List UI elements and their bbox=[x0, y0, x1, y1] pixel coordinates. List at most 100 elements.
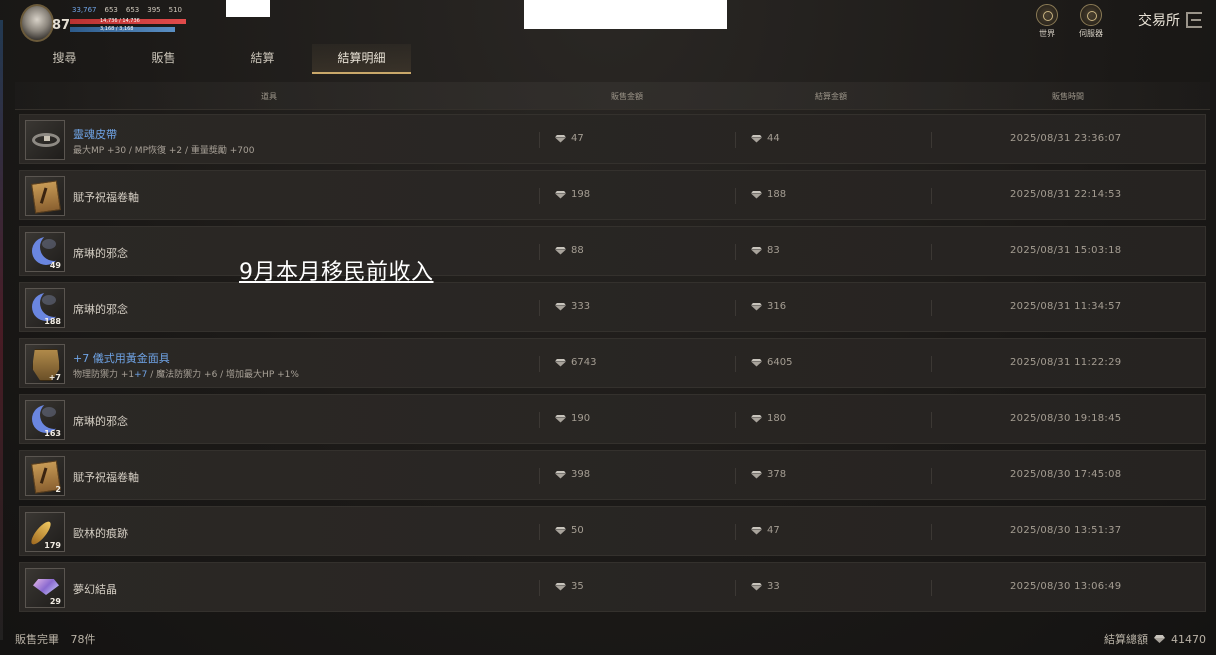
sale-amount: 50 bbox=[555, 525, 584, 536]
world-label: 世界 bbox=[1039, 29, 1055, 38]
world-button[interactable]: 世界 bbox=[1032, 4, 1062, 39]
footer: 販售完畢 78件 結算總額 41470 bbox=[0, 620, 1216, 655]
tab-search[interactable]: 搜尋 bbox=[15, 44, 114, 74]
diamond-icon bbox=[751, 415, 762, 423]
tab-sell[interactable]: 販售 bbox=[114, 44, 213, 74]
mp-text: 3,168 / 3,168 bbox=[100, 26, 134, 32]
item-count: 179 bbox=[44, 541, 61, 550]
table-row[interactable]: 163 席琳的邪念 190 180 2025/08/30 19:18:45 bbox=[19, 394, 1206, 444]
settle-amount: 33 bbox=[751, 581, 780, 592]
column-divider bbox=[735, 580, 736, 596]
col-settle-amount: 結算金額 bbox=[815, 92, 847, 101]
settle-amount-value: 83 bbox=[767, 245, 780, 256]
item-name: 席琳的邪念 bbox=[73, 415, 128, 428]
sale-amount: 35 bbox=[555, 581, 584, 592]
diamond-icon bbox=[555, 527, 566, 535]
diamond-icon bbox=[1154, 635, 1165, 643]
player-avatar[interactable] bbox=[20, 4, 54, 42]
item-slot[interactable]: 49 bbox=[25, 232, 65, 272]
item-slot[interactable]: 2 bbox=[25, 456, 65, 496]
tab-settle-details[interactable]: 結算明細 bbox=[312, 44, 411, 74]
sale-amount: 88 bbox=[555, 245, 584, 256]
settlement-table: 道具 販售金額 結算金額 販售時間 靈魂皮帶 最大MP +30 / MP恢復 +2… bbox=[15, 82, 1210, 619]
column-divider bbox=[931, 468, 932, 484]
tab-settle[interactable]: 結算 bbox=[213, 44, 312, 74]
table-row[interactable]: 179 歐林的痕跡 50 47 2025/08/30 13:51:37 bbox=[19, 506, 1206, 556]
sale-time: 2025/08/30 19:18:45 bbox=[1010, 413, 1122, 424]
stat-5: 510 bbox=[168, 6, 182, 14]
settle-amount-value: 44 bbox=[767, 133, 780, 144]
item-slot[interactable] bbox=[25, 120, 65, 160]
sale-amount: 333 bbox=[555, 301, 590, 312]
column-divider bbox=[735, 356, 736, 372]
column-divider bbox=[539, 580, 540, 596]
column-divider bbox=[735, 244, 736, 260]
settle-amount-value: 316 bbox=[767, 301, 787, 312]
diamond-icon bbox=[555, 583, 566, 591]
diamond-icon bbox=[555, 247, 566, 255]
table-row[interactable]: +7 +7 儀式用黃金面具 物理防禦力 +1+7 / 魔法防禦力 +6 / 增加… bbox=[19, 338, 1206, 388]
item-slot[interactable]: 188 bbox=[25, 288, 65, 328]
item-slot[interactable]: 29 bbox=[25, 568, 65, 608]
hp-bar: 14,736 / 14,736 bbox=[70, 18, 186, 24]
belt-icon bbox=[32, 133, 60, 147]
player-hud: 87 33,767 653 653 395 510 14,736 / 14,73… bbox=[0, 0, 1216, 44]
desc-part: / 魔法防禦力 +6 / 增加最大HP +1% bbox=[147, 370, 299, 380]
item-name: 賦予祝福卷軸 bbox=[73, 191, 139, 204]
settle-amount-value: 47 bbox=[767, 525, 780, 536]
settle-amount: 6405 bbox=[751, 357, 792, 368]
settle-amount-value: 33 bbox=[767, 581, 780, 592]
column-divider bbox=[539, 244, 540, 260]
diamond-icon bbox=[555, 303, 566, 311]
table-row[interactable]: 49 席琳的邪念 88 83 2025/08/31 15:03:18 bbox=[19, 226, 1206, 276]
desc-part: 物理防禦力 +1 bbox=[73, 370, 135, 380]
stat-power: 33,767 bbox=[72, 6, 97, 14]
table-row[interactable]: 188 席琳的邪念 333 316 2025/08/31 11:34:57 bbox=[19, 282, 1206, 332]
server-button[interactable]: 伺服器 bbox=[1076, 4, 1106, 39]
player-level: 87 bbox=[52, 18, 71, 33]
diamond-icon bbox=[555, 415, 566, 423]
sale-amount-value: 50 bbox=[571, 525, 584, 536]
column-divider bbox=[735, 412, 736, 428]
column-divider bbox=[931, 188, 932, 204]
item-slot[interactable]: 163 bbox=[25, 400, 65, 440]
column-divider bbox=[539, 524, 540, 540]
sale-amount-value: 6743 bbox=[571, 357, 597, 368]
item-slot[interactable]: +7 bbox=[25, 344, 65, 384]
column-divider bbox=[539, 188, 540, 204]
total-label: 結算總額 bbox=[1104, 633, 1148, 646]
sold-count: 78件 bbox=[70, 633, 96, 646]
column-divider bbox=[735, 188, 736, 204]
settle-amount: 47 bbox=[751, 525, 780, 536]
redaction-box bbox=[226, 0, 270, 17]
item-slot[interactable]: 179 bbox=[25, 512, 65, 552]
settle-amount: 378 bbox=[751, 469, 786, 480]
sale-time: 2025/08/30 17:45:08 bbox=[1010, 469, 1122, 480]
column-divider bbox=[539, 356, 540, 372]
sale-amount: 198 bbox=[555, 189, 590, 200]
column-divider bbox=[539, 468, 540, 484]
exchange-label: 交易所 bbox=[1138, 13, 1180, 29]
item-name: 靈魂皮帶 bbox=[73, 128, 117, 141]
item-name: 席琳的邪念 bbox=[73, 247, 128, 260]
table-header: 道具 販售金額 結算金額 販售時間 bbox=[15, 82, 1210, 110]
item-slot[interactable] bbox=[25, 176, 65, 216]
table-row[interactable]: 靈魂皮帶 最大MP +30 / MP恢復 +2 / 重量獎勵 +700 47 44 20… bbox=[19, 114, 1206, 164]
sale-time: 2025/08/30 13:06:49 bbox=[1010, 581, 1122, 592]
col-sale-amount: 販售金額 bbox=[611, 92, 643, 101]
exit-icon[interactable] bbox=[1186, 12, 1202, 28]
settle-amount-value: 6405 bbox=[767, 357, 793, 368]
table-row[interactable]: 29 夢幻結晶 35 33 2025/08/30 13:06:49 bbox=[19, 562, 1206, 612]
table-row[interactable]: 2 賦予祝福卷軸 398 378 2025/08/30 17:45:08 bbox=[19, 450, 1206, 500]
item-description: 物理防禦力 +1+7 / 魔法防禦力 +6 / 增加最大HP +1% bbox=[73, 367, 299, 380]
item-count: 188 bbox=[44, 317, 61, 326]
settle-amount: 83 bbox=[751, 245, 780, 256]
sale-amount-value: 88 bbox=[571, 245, 584, 256]
table-row[interactable]: 賦予祝福卷軸 198 188 2025/08/31 22:14:53 bbox=[19, 170, 1206, 220]
sale-time: 2025/08/30 13:51:37 bbox=[1010, 525, 1122, 536]
item-name: 賦予祝福卷軸 bbox=[73, 471, 139, 484]
column-divider bbox=[735, 132, 736, 148]
hp-text: 14,736 / 14,736 bbox=[100, 18, 140, 24]
col-item: 道具 bbox=[261, 92, 277, 101]
column-divider bbox=[931, 524, 932, 540]
